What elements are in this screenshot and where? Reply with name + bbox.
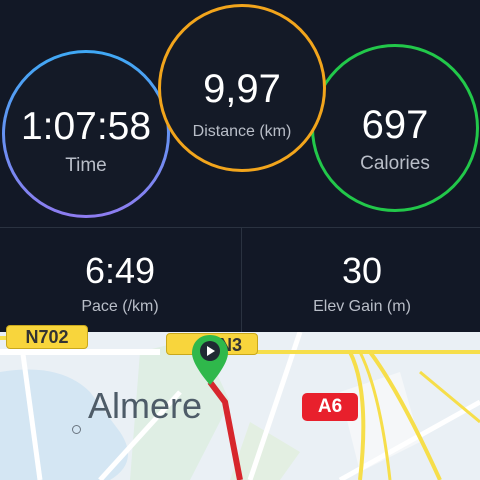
calories-value: 697: [361, 103, 429, 147]
time-value: 1:07:58: [20, 105, 152, 148]
elev-gain-value: 30: [341, 250, 383, 291]
time-label: Time: [65, 155, 107, 176]
start-pin-icon[interactable]: [190, 333, 230, 387]
pace-cell[interactable]: 6:49 Pace (/km): [0, 228, 240, 332]
distance-value: 9,97: [203, 67, 281, 111]
road-badge-n702: N702: [6, 325, 88, 349]
elev-gain-cell[interactable]: 30 Elev Gain (m): [242, 228, 480, 332]
pace-value: 6:49: [84, 250, 156, 291]
stats-panel: 1:07:58 Time 697 Calories 9,97 Distance …: [0, 0, 480, 332]
distance-label: Distance (km): [192, 123, 292, 140]
road-badge-a6: A6: [302, 393, 358, 421]
time-ring[interactable]: 1:07:58 Time: [2, 50, 170, 218]
distance-ring[interactable]: 9,97 Distance (km): [158, 4, 326, 172]
elev-gain-label: Elev Gain (m): [313, 298, 411, 315]
calories-ring[interactable]: 697 Calories: [311, 44, 479, 212]
calories-label: Calories: [360, 153, 430, 174]
city-marker: [72, 425, 81, 434]
city-label: Almere: [88, 385, 203, 426]
pace-label: Pace (/km): [81, 298, 159, 315]
